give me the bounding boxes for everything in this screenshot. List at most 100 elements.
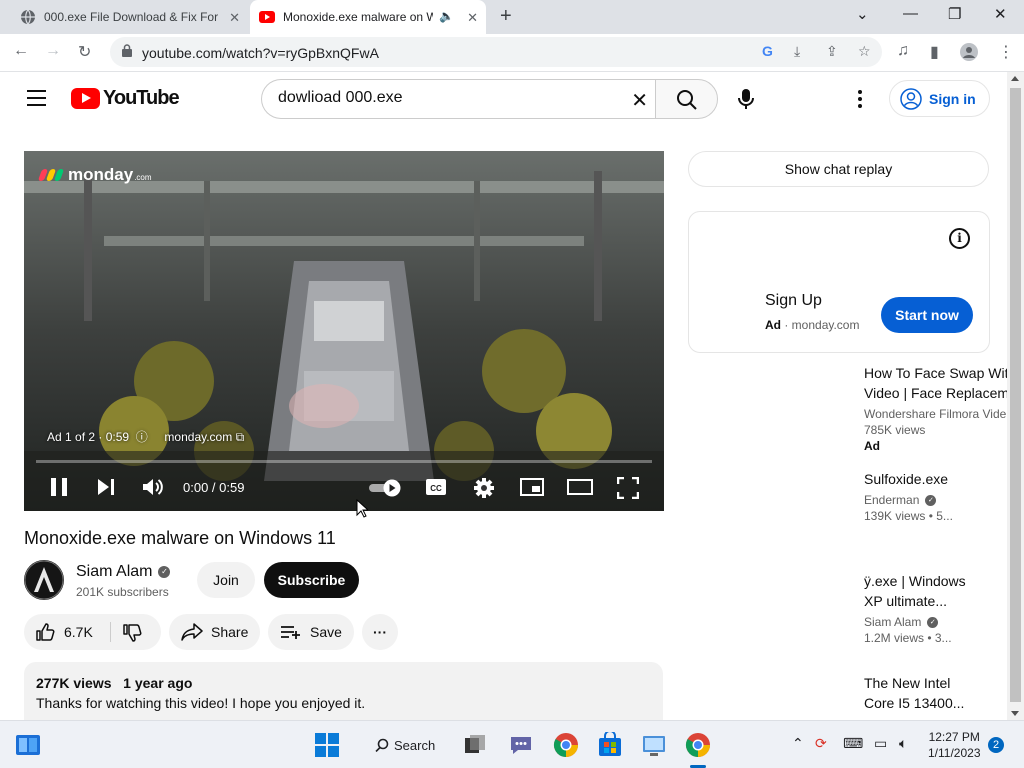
teams-chat-icon[interactable] [508, 732, 534, 758]
network-icon[interactable]: ▭ [874, 735, 887, 752]
minimize-icon[interactable]: — [903, 5, 918, 22]
more-actions-button[interactable]: ··· [362, 614, 398, 650]
side-panel-icon[interactable]: ▮ [930, 42, 939, 62]
sidebar-ad-card[interactable]: i Sign Up Ad · monday.com Start now [688, 211, 990, 353]
address-bar[interactable]: youtube.com/watch?v=ryGpBxnQFwA G ⤓ ⇪ ☆ [110, 37, 882, 67]
notification-badge[interactable]: 2 [988, 737, 1004, 753]
youtube-play-logo-icon [71, 88, 100, 109]
search-input[interactable] [278, 89, 608, 107]
sync-status-icon[interactable]: ⟳ [815, 735, 827, 752]
autoplay-toggle[interactable] [368, 479, 402, 497]
chrome-active-icon[interactable] [685, 732, 711, 758]
speaker-icon[interactable]: 🔈︎ [899, 735, 907, 752]
tab-search-chevron-icon[interactable]: ⌄ [856, 5, 869, 23]
sign-in-button[interactable]: Sign in [889, 80, 990, 117]
microsoft-store-icon[interactable] [597, 732, 623, 758]
audio-playing-icon[interactable]: 🔈 [439, 9, 454, 23]
browser-tab-monoxide[interactable]: Monoxide.exe malware on Windows 11 🔈 ✕ [250, 0, 486, 34]
tab-close-icon[interactable]: ✕ [229, 10, 240, 26]
video-player[interactable]: monday .com Ad 1 of 2 · 0:59 ⓘ monday.co… [24, 151, 664, 511]
video-title: Monoxide.exe malware on Windows 11 [24, 528, 336, 548]
like-count[interactable]: 6.7K [64, 624, 93, 640]
video-frame-factory-scene [24, 151, 664, 511]
forward-arrow-icon[interactable]: → [45, 42, 61, 60]
theater-mode-icon[interactable] [567, 477, 593, 497]
fullscreen-icon[interactable] [617, 477, 639, 499]
keyboard-icon[interactable]: ⌨ [843, 735, 863, 752]
scrollbar-thumb[interactable] [1010, 88, 1021, 702]
recommended-video[interactable]: ÿ.exe | Windows XP ultimate... Siam Alam… [864, 571, 1014, 645]
miniplayer-icon[interactable] [520, 477, 544, 497]
scroll-down-arrow-icon[interactable] [1011, 711, 1019, 716]
start-now-button[interactable]: Start now [881, 297, 973, 333]
subscribe-label: Subscribe [277, 572, 346, 588]
voice-search-mic-icon[interactable] [729, 82, 763, 116]
guide-menu-icon[interactable] [27, 90, 46, 106]
task-view-icon[interactable] [462, 732, 488, 758]
recommended-video[interactable]: The New Intel Core I5 13400... [864, 673, 1014, 713]
ad-domain: monday.com [791, 318, 860, 332]
recommended-video[interactable]: Sulfoxide.exe Enderman ✓ 139K views • 5.… [864, 469, 1014, 523]
search-icon [375, 738, 389, 752]
ad-domain-link[interactable]: monday.com [164, 430, 232, 444]
subscribe-button[interactable]: Subscribe [264, 562, 359, 598]
tab-close-icon[interactable]: ✕ [467, 10, 478, 26]
channel-avatar[interactable] [24, 560, 64, 600]
browser-tab-000exe[interactable]: 000.exe File Download & Fix For ✕ [12, 0, 248, 34]
description-text: Thanks for watching this video! I hope y… [36, 695, 366, 711]
progress-bar[interactable] [36, 460, 652, 463]
rec-channel-row: Enderman ✓ [864, 493, 1014, 507]
ad-headline[interactable]: Sign Up [765, 292, 822, 310]
media-control-icon[interactable]: ♫ [897, 42, 909, 60]
save-label: Save [310, 624, 342, 640]
settings-more-icon[interactable] [852, 87, 868, 111]
volume-icon[interactable] [142, 477, 164, 497]
ad-info-icon[interactable]: ⓘ [132, 430, 161, 444]
rec-channel-row: Siam Alam ✓ [864, 615, 1014, 629]
google-translate-icon[interactable]: G [762, 43, 773, 59]
show-chat-replay-button[interactable]: Show chat replay [688, 151, 989, 187]
new-tab-icon[interactable]: + [500, 5, 512, 28]
save-button[interactable]: Save [268, 614, 354, 650]
youtube-logo[interactable]: YouTube [71, 87, 180, 110]
settings-gear-icon[interactable] [473, 477, 495, 499]
reload-icon[interactable]: ↻ [78, 42, 91, 62]
ad-brand-logo: monday .com [37, 165, 152, 185]
dislike-thumb-down-icon[interactable] [122, 623, 142, 643]
page-scrollbar[interactable] [1007, 72, 1024, 720]
like-thumb-up-icon[interactable] [35, 622, 55, 642]
profile-avatar-icon[interactable] [960, 43, 978, 61]
control-panel-icon[interactable] [641, 732, 667, 758]
install-app-icon[interactable]: ⤓ [794, 43, 800, 60]
ad-info-icon[interactable]: i [949, 228, 970, 249]
rec-ad-badge: Ad [864, 439, 880, 453]
system-clock[interactable]: 12:27 PM 1/11/2023 [928, 729, 981, 761]
windows-start-icon[interactable] [314, 732, 340, 758]
join-button[interactable]: Join [197, 562, 255, 598]
browser-menu-icon[interactable]: ⋮ [998, 42, 1014, 62]
closed-captions-icon[interactable]: CC [425, 477, 447, 497]
chrome-icon[interactable] [553, 732, 579, 758]
back-arrow-icon[interactable]: ← [13, 42, 29, 60]
rec-title-line2: XP ultimate... [864, 593, 948, 609]
taskbar-search-button[interactable]: Search [365, 730, 443, 760]
recommended-video[interactable]: How To Face Swap Wit Video | Face Replac… [864, 363, 1014, 453]
search-button[interactable] [655, 79, 718, 119]
window-close-icon[interactable]: ✕ [994, 5, 1007, 23]
join-label: Join [213, 572, 239, 588]
next-video-icon[interactable] [97, 477, 115, 497]
external-link-icon[interactable]: ⧉ [236, 430, 245, 444]
share-page-icon[interactable]: ⇪ [826, 43, 838, 60]
maximize-icon[interactable]: ❐ [948, 5, 961, 23]
show-hidden-icons-chevron-icon[interactable]: ⌃ [792, 735, 804, 752]
scroll-up-arrow-icon[interactable] [1011, 76, 1019, 81]
rec-channel: Siam Alam [864, 615, 922, 629]
rec-title-line1: The New Intel [864, 675, 951, 691]
pause-icon[interactable] [50, 477, 68, 497]
clear-search-icon[interactable]: ✕ [631, 88, 648, 113]
share-button[interactable]: Share [169, 614, 260, 650]
account-icon [900, 87, 922, 110]
widgets-icon[interactable] [15, 732, 41, 758]
bookmark-star-icon[interactable]: ☆ [858, 43, 871, 60]
channel-name[interactable]: Siam Alam ✓ [76, 563, 171, 581]
